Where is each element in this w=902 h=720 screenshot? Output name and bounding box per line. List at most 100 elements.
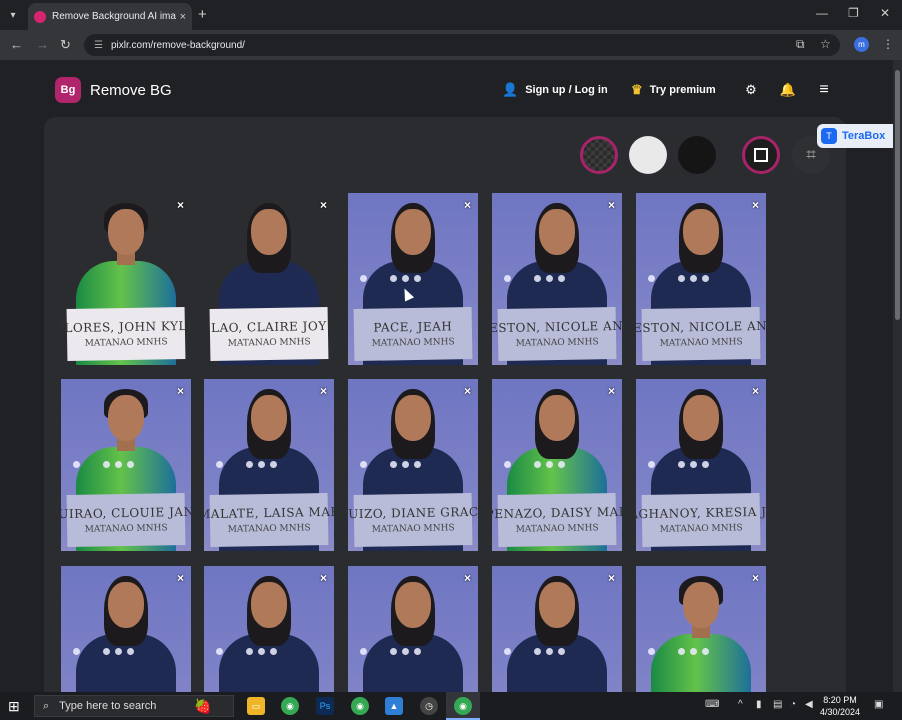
hamburger-menu-icon[interactable]: ≡ [813, 79, 835, 101]
thumbnail-card[interactable]: QUIZO, DIANE GRACE MATANAO MNHS × [348, 379, 478, 551]
progress-dot [558, 275, 565, 282]
thumbnail-card[interactable]: QUIRAO, CLOUIE JANE MATANAO MNHS × [61, 379, 191, 551]
remove-thumbnail-close-icon[interactable]: × [464, 384, 471, 398]
remove-thumbnail-close-icon[interactable]: × [752, 384, 759, 398]
progress-dot [115, 461, 122, 468]
photoshop-icon[interactable]: Ps [316, 697, 334, 715]
windows-start-icon[interactable]: ⊞ [8, 698, 20, 715]
sign-name-text: PENAZO, DAISY MAE [492, 504, 622, 522]
remove-thumbnail-close-icon[interactable]: × [320, 198, 327, 212]
new-tab-button[interactable]: + [198, 6, 207, 23]
clock-app-icon[interactable]: ◷ [420, 697, 438, 715]
thumbnail-card[interactable]: × [61, 566, 191, 692]
wifi-icon[interactable]: ◔ [790, 699, 796, 710]
network-icon[interactable]: ▤ [773, 699, 782, 710]
battery-icon[interactable]: ▮ [756, 699, 762, 710]
chrome-icon[interactable]: ◉ [281, 697, 299, 715]
scrollbar-thumb[interactable] [895, 70, 900, 320]
person-photo [204, 566, 334, 692]
person-photo [636, 566, 766, 692]
processing-dots [358, 275, 468, 283]
remove-thumbnail-close-icon[interactable]: × [608, 384, 615, 398]
tab-search-icon[interactable]: ▾ [4, 6, 22, 24]
notifications-icon[interactable]: ▣ [874, 699, 883, 710]
minimize-button[interactable]: — [816, 6, 828, 20]
browser-tab[interactable]: Remove Background AI image × [28, 3, 192, 30]
sign-name-text: MALATE, LAISA MAE [204, 504, 334, 522]
chrome-profile-icon[interactable]: ◉ [351, 697, 369, 715]
thumbnail-card[interactable]: RESTON, NICOLE ANN MATANAO MNHS × [636, 193, 766, 365]
remove-thumbnail-close-icon[interactable]: × [752, 198, 759, 212]
progress-dot [690, 275, 697, 282]
sign-in-button[interactable]: 👤 Sign up / Log in [502, 82, 608, 98]
maximize-button[interactable]: ❐ [848, 6, 859, 20]
sign-school-text: MATANAO MNHS [227, 523, 311, 535]
remove-thumbnail-close-icon[interactable]: × [752, 571, 759, 585]
photos-icon[interactable]: ▲ [385, 697, 403, 715]
thumbnail-card[interactable]: FLORES, JOHN KYLE MATANAO MNHS × [61, 193, 191, 365]
install-app-icon[interactable]: ⧉ [796, 37, 805, 52]
sign-school-text: MATANAO MNHS [371, 523, 455, 535]
progress-dot [402, 461, 409, 468]
file-explorer-icon[interactable]: ▭ [247, 697, 265, 715]
url-field[interactable]: ☰ pixlr.com/remove-background/ [84, 34, 840, 56]
remove-thumbnail-close-icon[interactable]: × [464, 198, 471, 212]
progress-dot [678, 275, 685, 282]
remove-thumbnail-close-icon[interactable]: × [320, 571, 327, 585]
thumbnail-card[interactable]: MALATE, LAISA MAE MATANAO MNHS × [204, 379, 334, 551]
processing-dots [646, 648, 756, 656]
progress-dot [103, 648, 110, 655]
progress-dot [414, 275, 421, 282]
terabox-label: TeraBox [842, 130, 886, 142]
tab-close-icon[interactable]: × [180, 11, 186, 23]
tray-chevron-icon[interactable]: ^ [738, 699, 743, 710]
tab-title: Remove Background AI image [52, 11, 176, 22]
back-arrow-icon[interactable]: ← [10, 37, 23, 52]
chrome-active-icon[interactable]: ◉ [454, 697, 472, 715]
brand[interactable]: Bg Remove BG [55, 77, 172, 103]
taskbar-clock[interactable]: 8:20 PM 4/30/2024 [820, 694, 860, 718]
sign-name-text: MAGHANOY, KRESIA JOY [636, 504, 766, 522]
select-box-tool-button[interactable] [742, 136, 780, 174]
remove-thumbnail-close-icon[interactable]: × [177, 571, 184, 585]
gear-icon[interactable]: ⚙ [740, 79, 762, 101]
sign-name-text: PACE, JEAH [373, 319, 453, 335]
thumbnail-card[interactable]: PACE, JEAH MATANAO MNHS × [348, 193, 478, 365]
bell-icon[interactable]: 🔔 [777, 79, 799, 101]
profile-avatar[interactable]: m [854, 37, 869, 52]
progress-dot [127, 648, 134, 655]
sign-name-text: QUIRAO, CLOUIE JANE [61, 504, 191, 522]
terabox-widget[interactable]: T TeraBox [817, 124, 900, 148]
thumbnail-card[interactable]: RESTON, NICOLE ANN MATANAO MNHS × [492, 193, 622, 365]
black-background-swatch[interactable] [678, 136, 716, 174]
thumbnail-card[interactable]: × [204, 566, 334, 692]
processing-dots [502, 461, 612, 469]
site-info-icon[interactable]: ☰ [94, 40, 103, 51]
reload-icon[interactable]: ↻ [60, 37, 71, 53]
thumbnail-card[interactable]: × [348, 566, 478, 692]
remove-thumbnail-close-icon[interactable]: × [608, 571, 615, 585]
sign-school-text: MATANAO MNHS [659, 523, 743, 535]
thumbnail-card[interactable]: PENAZO, DAISY MAE MATANAO MNHS × [492, 379, 622, 551]
keyboard-icon[interactable]: ⌨ [705, 699, 719, 710]
person-head [108, 582, 144, 628]
thumbnail-card[interactable]: MAGHANOY, KRESIA JOY MATANAO MNHS × [636, 379, 766, 551]
try-premium-button[interactable]: ♛ Try premium [631, 82, 716, 98]
remove-thumbnail-close-icon[interactable]: × [464, 571, 471, 585]
thumbnail-card[interactable]: LAO, CLAIRE JOY MATANAO MNHS × [204, 193, 334, 365]
thumbnail-card[interactable]: × [636, 566, 766, 692]
close-window-button[interactable]: ✕ [880, 6, 890, 20]
browser-menu-icon[interactable]: ⋮ [882, 37, 894, 51]
remove-thumbnail-close-icon[interactable]: × [320, 384, 327, 398]
thumbnail-card[interactable]: × [492, 566, 622, 692]
white-background-swatch[interactable] [629, 136, 667, 174]
progress-dot [558, 461, 565, 468]
terabox-logo-icon: T [821, 128, 837, 144]
bookmark-star-icon[interactable]: ☆ [820, 37, 831, 51]
remove-thumbnail-close-icon[interactable]: × [177, 384, 184, 398]
forward-arrow-icon[interactable]: → [36, 37, 49, 52]
transparent-background-swatch[interactable] [580, 136, 618, 174]
remove-thumbnail-close-icon[interactable]: × [177, 198, 184, 212]
volume-icon[interactable]: ◀ [805, 699, 813, 710]
remove-thumbnail-close-icon[interactable]: × [608, 198, 615, 212]
